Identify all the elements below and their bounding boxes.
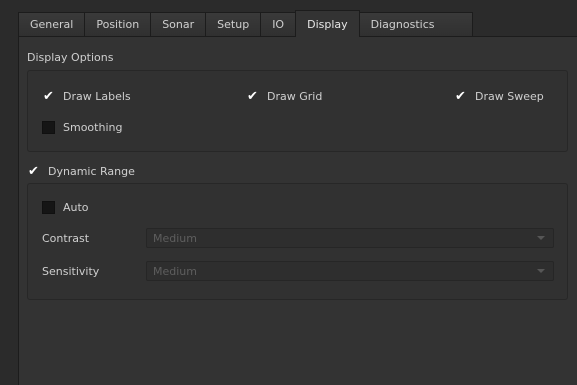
dynamic-range-group: Auto Contrast Medium Sensitivity Medium xyxy=(27,183,568,300)
tab-io[interactable]: IO xyxy=(260,12,297,36)
smoothing-label: Smoothing xyxy=(63,120,123,134)
tab-general[interactable]: General xyxy=(18,12,86,36)
checkmark-icon: ✔ xyxy=(455,88,466,104)
sensitivity-value: Medium xyxy=(153,264,197,278)
checkmark-icon: ✔ xyxy=(247,88,258,104)
unchecked-box-icon xyxy=(42,200,55,214)
settings-window: General Position Sonar Setup IO Display … xyxy=(0,0,577,385)
contrast-value: Medium xyxy=(153,231,197,245)
auto-label: Auto xyxy=(63,200,89,214)
draw-sweep-label: Draw Sweep xyxy=(475,89,544,103)
smoothing-checkbox[interactable]: Smoothing xyxy=(42,119,122,135)
auto-checkbox[interactable]: Auto xyxy=(42,199,89,215)
unchecked-box-icon xyxy=(42,120,55,134)
display-tab-panel: Display Options ✔ Draw Labels ✔ Draw Gri… xyxy=(18,36,577,385)
dynamic-range-label: Dynamic Range xyxy=(48,164,135,178)
draw-grid-label: Draw Grid xyxy=(267,89,323,103)
checkmark-icon: ✔ xyxy=(43,88,54,104)
display-options-title: Display Options xyxy=(27,51,114,64)
draw-labels-checkbox[interactable]: ✔ Draw Labels xyxy=(42,88,131,104)
contrast-select[interactable]: Medium xyxy=(146,228,554,248)
tab-setup[interactable]: Setup xyxy=(205,12,262,36)
chevron-down-icon xyxy=(537,269,545,273)
sensitivity-label: Sensitivity xyxy=(42,265,100,278)
display-options-group: ✔ Draw Labels ✔ Draw Grid ✔ Draw Sweep S… xyxy=(27,70,568,152)
checkmark-icon: ✔ xyxy=(28,163,39,179)
sensitivity-select[interactable]: Medium xyxy=(146,261,554,281)
contrast-label: Contrast xyxy=(42,232,90,245)
chevron-down-icon xyxy=(537,236,545,240)
tab-position[interactable]: Position xyxy=(84,12,152,36)
tab-diagnostics[interactable]: Diagnostics xyxy=(358,12,474,36)
tab-bar: General Position Sonar Setup IO Display … xyxy=(18,10,474,37)
draw-sweep-checkbox[interactable]: ✔ Draw Sweep xyxy=(454,88,544,104)
draw-labels-label: Draw Labels xyxy=(63,89,131,103)
tab-display[interactable]: Display xyxy=(295,10,360,37)
dynamic-range-checkbox[interactable]: ✔ Dynamic Range xyxy=(27,163,135,179)
tab-sonar[interactable]: Sonar xyxy=(150,12,207,36)
draw-grid-checkbox[interactable]: ✔ Draw Grid xyxy=(246,88,322,104)
